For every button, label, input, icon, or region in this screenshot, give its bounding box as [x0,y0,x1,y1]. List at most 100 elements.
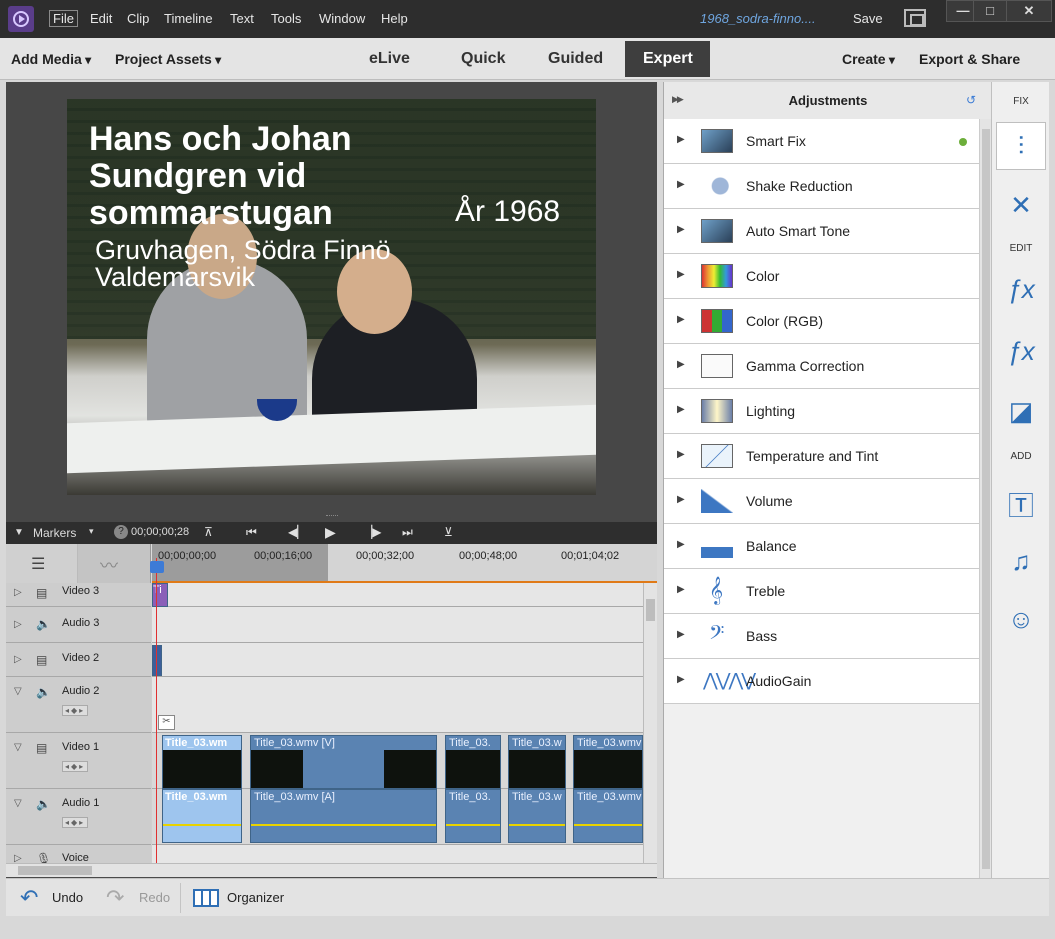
menu-window[interactable]: Window [319,11,365,26]
audio-clip[interactable]: Title_03.wm [162,789,242,843]
collapse-track-icon[interactable]: ▽ [14,686,22,697]
add-media-button[interactable]: Add Media [11,51,91,67]
track-options-icon[interactable]: ☰ [6,544,78,583]
maximize-button[interactable]: □ [973,0,1007,22]
volume-line[interactable] [446,824,500,826]
expand-arrow-icon[interactable]: ▶ [677,269,685,280]
audio-waveform-toggle[interactable]: 〰 [78,544,151,583]
scissors-icon[interactable]: ✂ [158,715,175,730]
expand-track-icon[interactable]: ▷ [14,587,22,598]
redo-icon[interactable]: ↷ [106,885,124,911]
tab-expert[interactable]: Expert [625,41,710,77]
expand-arrow-icon[interactable]: ▶ [677,134,685,145]
menu-tools[interactable]: Tools [271,11,301,26]
expand-track-icon[interactable]: ▷ [14,654,22,665]
expand-arrow-icon[interactable]: ▶ [677,314,685,325]
markers-chevron-down-icon[interactable]: ▾ [89,526,94,537]
adjustment-treble[interactable]: ▶ 𝄞 Treble [664,569,979,614]
tab-quick[interactable]: Quick [461,50,505,68]
volume-line[interactable] [509,824,565,826]
adjustment-temperature-tint[interactable]: ▶ Temperature and Tint [664,434,979,479]
volume-line[interactable] [163,824,241,826]
collapse-track-icon[interactable]: ▽ [14,742,22,753]
audio-clip[interactable]: Title_03. [445,789,501,843]
go-to-end-icon[interactable]: ⏭ [402,525,413,540]
organizer-button[interactable]: Organizer [227,890,284,905]
adjustment-shake-reduction[interactable]: ▶ Shake Reduction [664,164,979,209]
adjustment-auto-smart-tone[interactable]: ▶ Auto Smart Tone [664,209,979,254]
adjustment-gamma-correction[interactable]: ▶ Gamma Correction [664,344,979,389]
undo-button[interactable]: Undo [52,890,83,905]
playhead-line[interactable] [156,558,157,863]
redo-button[interactable]: Redo [139,890,170,905]
organizer-icon[interactable] [193,889,219,907]
set-in-icon[interactable]: ⊼ [204,525,213,539]
timeline-horizontal-scrollbar[interactable] [6,863,657,877]
video-clip[interactable]: Title_03.wmv [V] [250,735,437,789]
tab-guided[interactable]: Guided [548,50,603,68]
adjustment-volume[interactable]: ▶ Volume [664,479,979,524]
playhead-handle[interactable] [150,561,164,573]
markers-collapse-icon[interactable]: ▼ [14,527,24,538]
menu-text[interactable]: Text [230,11,254,26]
expand-arrow-icon[interactable]: ▶ [677,674,685,685]
keyframe-nav-icon[interactable]: ◂◆▸ [62,761,89,772]
adjustments-button[interactable]: ⫶ [996,122,1046,170]
adjustment-color[interactable]: ▶ Color [664,254,979,299]
menu-edit[interactable]: Edit [90,11,112,26]
track-lane-audio-3[interactable] [152,607,643,643]
track-lane-video-3[interactable]: Ti [152,583,643,607]
expand-arrow-icon[interactable]: ▶ [677,224,685,235]
expand-arrow-icon[interactable]: ▶ [677,359,685,370]
menu-timeline[interactable]: Timeline [164,11,213,26]
audio-clip[interactable]: Title_03.wmv [573,789,643,843]
expand-arrow-icon[interactable]: ▶ [677,629,685,640]
timeline-vertical-scrollbar[interactable] [643,583,657,863]
video-clip[interactable]: Title_03. [445,735,501,789]
set-out-icon[interactable]: ⊻ [444,525,453,539]
audio-clip[interactable]: Title_03.w [508,789,566,843]
volume-line[interactable] [574,824,642,826]
collapse-track-icon[interactable]: ▽ [14,798,22,809]
adjustment-smart-fix[interactable]: ▶ Smart Fix [664,119,979,164]
scrollbar-thumb[interactable] [646,599,655,621]
effects-button[interactable]: ƒx [996,328,1046,376]
expand-track-icon[interactable]: ▷ [14,853,22,863]
full-screen-icon[interactable] [904,9,926,27]
expand-arrow-icon[interactable]: ▶ [677,179,685,190]
track-lane-video-1[interactable]: Title_03.wm Title_03.wmv [V] Title_03. T… [152,733,643,789]
markers-dropdown[interactable]: Markers [33,526,76,540]
step-forward-icon[interactable]: ▕▶ [363,525,381,539]
reset-icon[interactable]: ↺ [966,93,976,107]
menu-file[interactable]: File [49,10,78,27]
keyframe-nav-icon[interactable]: ◂◆▸ [62,705,89,716]
project-assets-button[interactable]: Project Assets [115,51,221,67]
applied-effects-button[interactable]: ƒx [996,266,1046,314]
step-back-icon[interactable]: ◀▏ [288,525,306,539]
video-preview[interactable]: Hans och Johan Sundgren vid sommarstugan… [67,99,596,495]
expand-arrow-icon[interactable]: ▶ [677,404,685,415]
panel-resize-grip[interactable] [326,515,338,519]
expand-arrow-icon[interactable]: ▶ [677,539,685,550]
scrollbar-thumb[interactable] [982,129,990,869]
scrollbar-thumb[interactable] [18,866,92,875]
expand-track-icon[interactable]: ▷ [14,619,22,630]
help-icon[interactable]: ? [114,525,128,539]
undo-icon[interactable]: ↶ [20,885,38,911]
adjustment-color-rgb[interactable]: ▶ Color (RGB) [664,299,979,344]
track-lane-audio-1[interactable]: Title_03.wm Title_03.wmv [A] Title_03. T… [152,789,643,845]
adjustment-bass[interactable]: ▶ 𝄢 Bass [664,614,979,659]
menu-clip[interactable]: Clip [127,11,149,26]
menu-help[interactable]: Help [381,11,408,26]
adjustment-lighting[interactable]: ▶ Lighting [664,389,979,434]
audio-clip[interactable]: Title_03.wmv [A] [250,789,437,843]
transitions-button[interactable]: ◪ [996,388,1046,436]
export-share-button[interactable]: Export & Share [919,51,1020,67]
keyframe-nav-icon[interactable]: ◂◆▸ [62,817,89,828]
adjustment-balance[interactable]: ▶ Balance [664,524,979,569]
go-to-start-icon[interactable]: ⏮ [246,525,257,540]
play-icon[interactable]: ▶ [325,524,336,541]
titles-button[interactable]: 🅃 [996,478,1046,526]
track-lane-voice[interactable] [152,845,643,863]
expand-arrow-icon[interactable]: ▶ [677,494,685,505]
